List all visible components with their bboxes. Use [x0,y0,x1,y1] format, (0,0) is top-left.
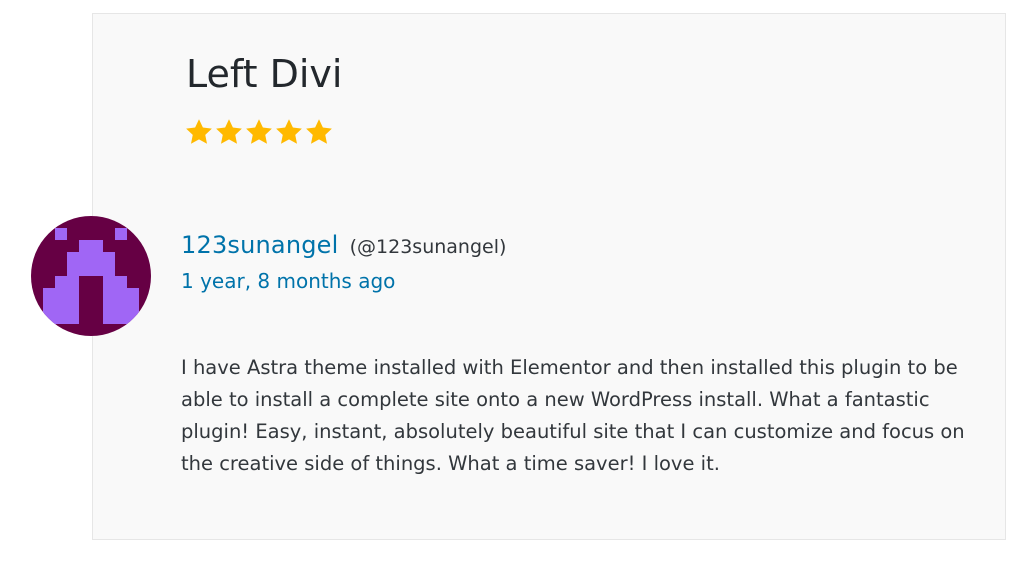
star-icon [186,119,212,144]
review-date-link[interactable]: 1 year, 8 months ago [181,266,395,296]
avatar[interactable] [31,216,151,336]
identicon-image [31,216,151,336]
star-icon [306,119,332,144]
star-icon [246,119,272,144]
review-title: Left Divi [186,52,343,96]
review-body: I have Astra theme installed with Elemen… [181,356,965,475]
review-author: 123sunangel (@123sunangel) [181,228,506,265]
star-rating [184,117,334,147]
author-username: (@123sunangel) [349,236,507,258]
star-icon [276,119,302,144]
author-name-link[interactable]: 123sunangel [181,231,339,259]
star-icon [216,119,242,144]
